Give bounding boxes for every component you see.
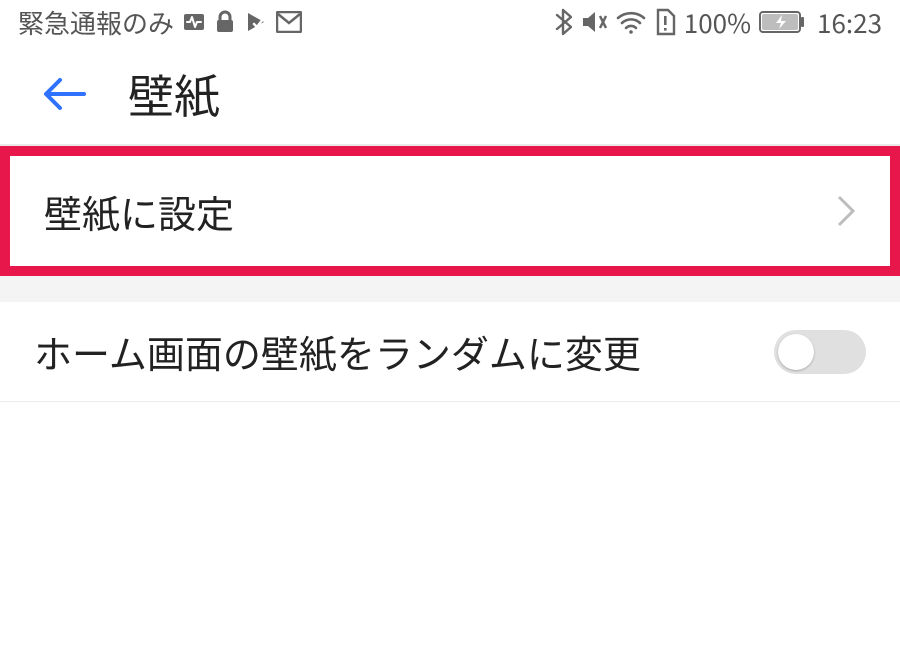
status-bar-left: 緊急通報のみ [18,4,302,41]
highlight-annotation: 壁紙に設定 [0,146,900,276]
mail-icon [276,11,302,33]
mute-icon [580,9,608,35]
chevron-right-icon [836,194,856,228]
random-wallpaper-row[interactable]: ホーム画面の壁紙をランダムに変更 [0,302,900,402]
set-wallpaper-row[interactable]: 壁紙に設定 [10,156,890,266]
set-wallpaper-label: 壁紙に設定 [44,184,234,239]
battery-percentage: 100% [684,4,751,41]
page-header: 壁紙 [0,44,900,144]
lock-icon [214,10,236,34]
play-verified-icon [244,10,268,34]
clock: 16:23 [817,4,882,41]
activity-icon [182,10,206,34]
status-bar-right: 100% 16:23 [554,4,882,41]
carrier-label: 緊急通報のみ [18,4,174,41]
section-gap [0,276,900,302]
sim-alert-icon [654,8,676,36]
wifi-icon [616,10,646,34]
bluetooth-icon [554,8,572,36]
page-title: 壁紙 [128,61,220,127]
status-bar: 緊急通報のみ 100% 16:23 [0,0,900,44]
battery-charging-icon [759,11,805,33]
toggle-knob [778,334,814,370]
random-wallpaper-toggle[interactable] [774,330,866,374]
back-button[interactable] [40,74,88,114]
random-wallpaper-label: ホーム画面の壁紙をランダムに変更 [34,324,641,379]
